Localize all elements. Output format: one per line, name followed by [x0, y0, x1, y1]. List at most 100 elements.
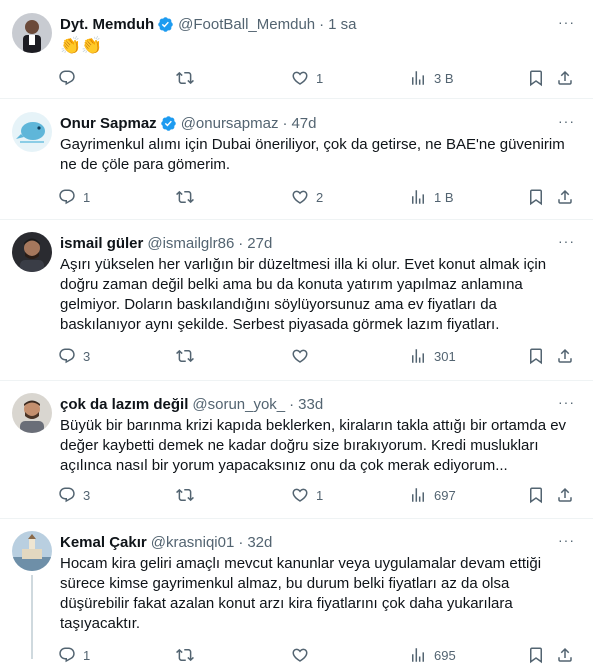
reply-button[interactable]: 3 [58, 347, 90, 365]
reply-icon [58, 646, 76, 664]
bookmark-button[interactable] [527, 486, 545, 504]
like-button[interactable]: 2 [291, 188, 323, 206]
thread-line [31, 575, 33, 659]
tweet-text: Hocam kira geliri amaçlı mevcut kanunlar… [60, 555, 542, 632]
reply-button[interactable]: 3 [58, 486, 90, 504]
view-count: 697 [434, 487, 456, 503]
user-handle[interactable]: @ismailglr86 [147, 235, 234, 252]
views-button[interactable]: 697 [409, 486, 456, 504]
share-icon [556, 486, 574, 504]
verified-badge-icon [160, 115, 177, 132]
avatar[interactable] [12, 232, 52, 272]
heart-icon [291, 646, 309, 664]
tweet-header: Kemal Çakır @krasniqi01 · 32d [60, 532, 272, 552]
retweet-button[interactable] [176, 188, 201, 206]
like-button[interactable]: 1 [291, 486, 323, 504]
bookmark-icon [527, 69, 545, 87]
bookmark-icon [527, 646, 545, 664]
bookmark-button[interactable] [527, 69, 545, 87]
tweet-text: Büyük bir barınma krizi kapıda beklerken… [60, 417, 567, 474]
user-handle[interactable]: @FootBall_Memduh [178, 16, 315, 33]
tweet-text: Aşırı yükselen her varlığın bir düzeltme… [60, 256, 547, 333]
reply-icon [58, 188, 76, 206]
view-count: 301 [434, 348, 456, 364]
like-button[interactable]: 1 [291, 69, 323, 87]
retweet-button[interactable] [176, 347, 201, 365]
bookmark-button[interactable] [527, 347, 545, 365]
views-button[interactable]: 3 B [409, 69, 454, 87]
heart-icon [291, 69, 309, 87]
bookmark-button[interactable] [527, 646, 545, 664]
share-button[interactable] [556, 69, 574, 87]
views-button[interactable]: 1 B [409, 188, 454, 206]
reply-button[interactable]: 1 [58, 188, 90, 206]
reply-icon [58, 347, 76, 365]
bookmark-icon [527, 347, 545, 365]
timestamp[interactable]: 32d [247, 534, 272, 551]
share-button[interactable] [556, 347, 574, 365]
more-options-icon[interactable]: ··· [558, 394, 575, 410]
more-options-icon[interactable]: ··· [558, 14, 575, 30]
retweet-icon [176, 646, 194, 664]
retweet-button[interactable] [176, 646, 201, 664]
reply-count: 1 [83, 647, 91, 663]
user-handle[interactable]: @onursapmaz [181, 115, 279, 132]
tweet-header: Dyt. Memduh @FootBall_Memduh · 1 sa [60, 14, 357, 34]
reply-icon [58, 69, 76, 87]
tweet-text: Gayrimenkul alımı için Dubai öneriliyor,… [60, 136, 565, 173]
reply-button[interactable] [58, 69, 83, 87]
tweet[interactable]: ismail güler @ismailglr86 · 27d ··· Aşır… [0, 220, 593, 381]
avatar[interactable] [12, 531, 52, 571]
tweet[interactable]: çok da lazım değil @sorun_yok_ · 33d ···… [0, 381, 593, 519]
tweet-actions: 3 301 [58, 347, 578, 367]
tweet[interactable]: Dyt. Memduh @FootBall_Memduh · 1 sa ··· … [0, 0, 593, 99]
tweet[interactable]: Kemal Çakır @krasniqi01 · 32d ··· Hocam … [0, 519, 593, 669]
reply-button[interactable]: 1 [58, 646, 90, 664]
more-options-icon[interactable]: ··· [558, 532, 575, 548]
user-handle[interactable]: @sorun_yok_ [192, 396, 285, 413]
bookmark-button[interactable] [527, 188, 545, 206]
tweet-header: Onur Sapmaz @onursapmaz · 47d [60, 113, 317, 133]
share-icon [556, 347, 574, 365]
share-button[interactable] [556, 646, 574, 664]
views-icon [409, 646, 427, 664]
share-button[interactable] [556, 188, 574, 206]
views-button[interactable]: 301 [409, 347, 456, 365]
display-name[interactable]: çok da lazım değil [60, 396, 188, 413]
timestamp[interactable]: 33d [298, 396, 323, 413]
separator-dot: · [238, 234, 244, 252]
share-icon [556, 188, 574, 206]
separator-dot: · [238, 533, 244, 551]
tweet-actions: 3 1 697 [58, 486, 578, 506]
avatar[interactable] [12, 393, 52, 433]
like-button[interactable] [291, 347, 316, 365]
retweet-button[interactable] [176, 69, 201, 87]
retweet-icon [176, 347, 194, 365]
timestamp[interactable]: 1 sa [328, 16, 356, 33]
tweet-actions: 1 3 B [58, 69, 578, 89]
display-name[interactable]: Onur Sapmaz [60, 115, 157, 132]
tweet[interactable]: Onur Sapmaz @onursapmaz · 47d ··· Gayrim… [0, 99, 593, 220]
tweet-text: 👏👏 [60, 36, 103, 55]
views-icon [409, 69, 427, 87]
like-button[interactable] [291, 646, 316, 664]
more-options-icon[interactable]: ··· [558, 233, 575, 249]
avatar[interactable] [12, 112, 52, 152]
view-count: 695 [434, 647, 456, 663]
share-button[interactable] [556, 486, 574, 504]
retweet-button[interactable] [176, 486, 201, 504]
separator-dot: · [289, 395, 295, 413]
views-button[interactable]: 695 [409, 646, 456, 664]
avatar[interactable] [12, 13, 52, 53]
timestamp[interactable]: 27d [247, 235, 272, 252]
display-name[interactable]: ismail güler [60, 235, 143, 252]
reply-count: 3 [83, 487, 91, 503]
display-name[interactable]: Kemal Çakır [60, 534, 147, 551]
heart-icon [291, 188, 309, 206]
views-icon [409, 347, 427, 365]
views-icon [409, 486, 427, 504]
more-options-icon[interactable]: ··· [558, 113, 575, 129]
timestamp[interactable]: 47d [291, 115, 316, 132]
display-name[interactable]: Dyt. Memduh [60, 16, 154, 33]
user-handle[interactable]: @krasniqi01 [151, 534, 235, 551]
